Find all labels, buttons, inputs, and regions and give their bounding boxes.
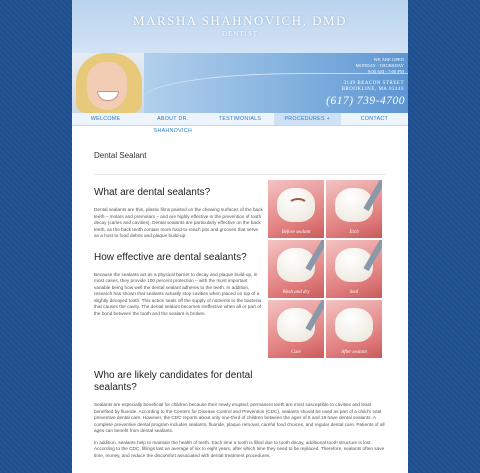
panel-caption: Etch [349, 230, 359, 235]
site-subtitle: DENTIST [221, 30, 259, 38]
groove-graphic [288, 198, 308, 212]
illustration-panel: Wash and dry [268, 240, 324, 298]
dentist-photo [72, 53, 144, 113]
main-nav: WELCOME ABOUT DR. SHAHNOVICH TESTIMONIAL… [72, 113, 408, 134]
section-text: In addition, sealants help to maintain t… [94, 439, 385, 458]
panel-caption: Before sealant [281, 230, 311, 235]
header-banner: WE ARE OPEN MONDAY - THURSDAY 9:00 AM - … [72, 53, 408, 113]
two-column-section: What are dental sealants? Dental sealant… [94, 175, 386, 358]
panel-caption: After sealant [341, 350, 367, 355]
sealant-illustration: Before sealant Etch Wash and dry Seal Cu… [268, 180, 386, 358]
section-text: Because the sealants act as a physical b… [94, 271, 262, 316]
page-container: MARSHA SHAHNOVICH, DMD DENTIST WE ARE OP… [72, 0, 408, 473]
illustration-panel: Cure [268, 300, 324, 358]
left-column: What are dental sealants? Dental sealant… [94, 175, 264, 358]
section-heading: Who are likely candidates for dental sea… [94, 370, 253, 393]
nav-procedures[interactable]: PROCEDURES + [273, 113, 341, 125]
panel-caption: Cure [291, 350, 301, 355]
tooth-graphic [335, 308, 373, 342]
address-line: BROOKLINE, MA 02446 [341, 87, 404, 92]
illustration-panel: Etch [326, 180, 382, 238]
section-heading: What are dental sealants? [94, 187, 211, 198]
nav-welcome[interactable]: WELCOME [72, 113, 139, 125]
photo-face [87, 62, 127, 110]
hours-line: 9:00 AM - 7:00 PM [367, 69, 404, 74]
illustration-panel: After sealant [326, 300, 382, 358]
nav-about[interactable]: ABOUT DR. SHAHNOVICH [139, 113, 206, 134]
office-hours: WE ARE OPEN MONDAY - THURSDAY 9:00 AM - … [356, 57, 404, 75]
site-title[interactable]: MARSHA SHAHNOVICH, DMD [72, 0, 408, 29]
illustration-panel: Seal [326, 240, 382, 298]
section-text: Dental sealants are thin, plastic films … [94, 207, 263, 238]
phone-number[interactable]: (617) 739-4700 [326, 95, 405, 107]
office-address: 3149 BEACON STREET BROOKLINE, MA 02446 [342, 81, 404, 93]
section-text: Sealants are especially beneficial for c… [94, 402, 385, 433]
main-content: Dental Sealant What are dental sealants?… [72, 151, 408, 459]
panel-caption: Seal [349, 290, 359, 295]
nav-contact[interactable]: CONTACT [341, 113, 408, 125]
site-header: MARSHA SHAHNOVICH, DMD DENTIST [72, 0, 408, 53]
nav-testimonials[interactable]: TESTIMONIALS [206, 113, 273, 125]
panel-caption: Wash and dry [282, 290, 310, 295]
illustration-panel: Before sealant [268, 180, 324, 238]
banner-swoosh [144, 73, 408, 114]
section-heading: How effective are dental sealants? [94, 251, 247, 263]
page-title: Dental Sealant [94, 151, 147, 160]
